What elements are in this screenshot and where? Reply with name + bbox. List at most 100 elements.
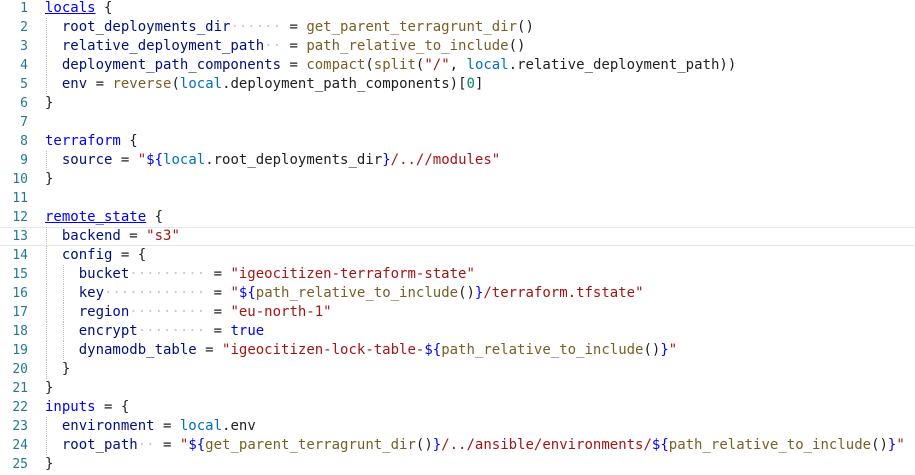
token-op: .deployment_path_components)[ bbox=[222, 76, 467, 92]
token-op: .env bbox=[222, 418, 256, 434]
code-text: encrypt········ = true bbox=[79, 322, 264, 341]
token-op: () bbox=[458, 285, 475, 301]
token-str: /terraform.tfstate" bbox=[483, 285, 644, 301]
token-var: local bbox=[179, 76, 223, 92]
code-text: source = "${local.root_deployments_dir}/… bbox=[62, 151, 500, 170]
token-fn: get_parent_terragrunt_dir bbox=[306, 19, 518, 35]
token-op: = bbox=[112, 152, 138, 168]
code-text: } bbox=[45, 170, 53, 189]
code-line[interactable]: 3 relative_deployment_path·· = path_relat… bbox=[0, 37, 915, 56]
code-text: deployment_path_components = compact(spl… bbox=[62, 56, 736, 75]
token-str: " bbox=[668, 342, 678, 358]
code-line[interactable]: 19 dynamodb_table = "igeocitizen-lock-tab… bbox=[0, 341, 915, 360]
code-editor[interactable]: 1 locals {2 root_deployments_dir······ = g… bbox=[0, 0, 915, 475]
line-number: 6 bbox=[20, 96, 28, 111]
token-attr: backend bbox=[61, 228, 121, 244]
code-line[interactable]: 4 deployment_path_components = compact(sp… bbox=[0, 56, 915, 75]
code-line[interactable]: 7 bbox=[0, 113, 915, 132]
code-line[interactable]: 9 source = "${local.root_deployments_dir}… bbox=[0, 151, 915, 170]
token-pad: ············ bbox=[104, 285, 206, 301]
code-line[interactable]: 5 env = reverse(local.deployment_path_com… bbox=[0, 75, 915, 94]
code-text: dynamodb_table = "igeocitizen-lock-table… bbox=[79, 341, 678, 360]
token-attr: key bbox=[78, 285, 105, 301]
token-op: ( bbox=[171, 76, 180, 92]
token-interp: } bbox=[432, 437, 442, 453]
token-var: local bbox=[163, 152, 206, 168]
code-line[interactable]: 1 locals { bbox=[0, 0, 915, 18]
line-number: 10 bbox=[12, 172, 28, 187]
indent-guide bbox=[62, 303, 64, 322]
token-pad: ······ bbox=[230, 19, 282, 35]
code-line[interactable]: 20} bbox=[0, 360, 915, 379]
token-fn: path_relative_to_include bbox=[668, 437, 872, 453]
token-pad: ········· bbox=[129, 266, 206, 282]
token-attr: region bbox=[78, 304, 130, 320]
code-line[interactable]: 8 terraform { bbox=[0, 132, 915, 151]
line-number: 3 bbox=[20, 39, 28, 54]
code-line[interactable]: 10} bbox=[0, 170, 915, 189]
line-number: 8 bbox=[20, 134, 28, 149]
code-line[interactable]: 14 config = { bbox=[0, 246, 915, 265]
token-op: , bbox=[449, 57, 467, 73]
code-line[interactable]: 13 backend = "s3" bbox=[0, 227, 915, 246]
token-fn: get_parent_terragrunt_dir bbox=[205, 437, 416, 453]
code-line[interactable]: 11 bbox=[0, 189, 915, 208]
token-str: " bbox=[137, 152, 147, 168]
token-str: " bbox=[896, 437, 905, 453]
token-op: { bbox=[95, 0, 113, 16]
code-line[interactable]: 6} bbox=[0, 94, 915, 113]
code-text: region········· = "eu-north-1" bbox=[79, 303, 332, 322]
code-line[interactable]: 16 key············ = "${path_relative_to_… bbox=[0, 284, 915, 303]
token-kw: inputs bbox=[45, 399, 96, 415]
line-number: 16 bbox=[12, 286, 28, 301]
code-line[interactable]: 23 environment = local.env bbox=[0, 417, 915, 436]
token-attr: deployment_path_components bbox=[61, 57, 282, 73]
token-op: } bbox=[61, 361, 71, 377]
code-line[interactable]: 17 region········· = "eu-north-1" bbox=[0, 303, 915, 322]
token-op: = bbox=[281, 38, 307, 54]
code-line[interactable]: 25} bbox=[0, 455, 915, 474]
token-op: = bbox=[281, 19, 307, 35]
indent-guide bbox=[46, 37, 47, 56]
token-str: /..//modules" bbox=[390, 152, 501, 168]
token-op: ( bbox=[365, 57, 374, 73]
indent-guide bbox=[46, 265, 47, 284]
code-text: root_deployments_dir······ = get_parent_… bbox=[62, 18, 534, 37]
code-line[interactable]: 22 inputs = { bbox=[0, 398, 915, 417]
line-number: 24 bbox=[12, 438, 28, 453]
token-attr: relative_deployment_path bbox=[61, 38, 265, 54]
token-attr: environment bbox=[61, 418, 155, 434]
token-str: "eu-north-1" bbox=[230, 304, 332, 320]
token-fn: compact bbox=[306, 57, 366, 73]
code-line[interactable]: 2 root_deployments_dir······ = get_parent… bbox=[0, 18, 915, 37]
token-interp: } bbox=[660, 342, 669, 358]
code-text: } bbox=[45, 379, 53, 398]
token-attr: config bbox=[61, 247, 113, 263]
token-op: () bbox=[871, 437, 888, 453]
token-pad: ········ bbox=[137, 323, 206, 339]
token-attr: bucket bbox=[78, 266, 130, 282]
indent-guide bbox=[46, 151, 47, 170]
token-str: "igeocitizen-terraform-state" bbox=[230, 266, 475, 282]
line-number: 25 bbox=[12, 457, 28, 472]
token-op: = bbox=[205, 304, 231, 320]
token-op: () bbox=[517, 19, 534, 35]
indent-guide bbox=[46, 303, 47, 322]
indent-guide bbox=[62, 341, 64, 360]
token-pad: ·· bbox=[137, 437, 155, 453]
code-line[interactable]: 24 root_path·· = "${get_parent_terragrunt… bbox=[0, 436, 915, 455]
code-line[interactable]: 15 bucket········· = "igeocitizen-terrafo… bbox=[0, 265, 915, 284]
token-num: 0 bbox=[466, 76, 475, 92]
code-text: key············ = "${path_relative_to_in… bbox=[79, 284, 644, 303]
code-text: backend = "s3" bbox=[62, 227, 180, 246]
token-op: ] bbox=[474, 76, 484, 92]
token-pad: ·· bbox=[264, 38, 282, 54]
indent-guide bbox=[46, 56, 47, 75]
code-line[interactable]: 21} bbox=[0, 379, 915, 398]
code-line[interactable]: 18 encrypt········ = true bbox=[0, 322, 915, 341]
token-op: () bbox=[643, 342, 661, 358]
code-line[interactable]: 12 remote_state { bbox=[0, 208, 915, 227]
indent-guide bbox=[62, 284, 64, 303]
token-op: .relative_deployment_path)) bbox=[508, 57, 737, 73]
code-text: } bbox=[62, 360, 70, 379]
